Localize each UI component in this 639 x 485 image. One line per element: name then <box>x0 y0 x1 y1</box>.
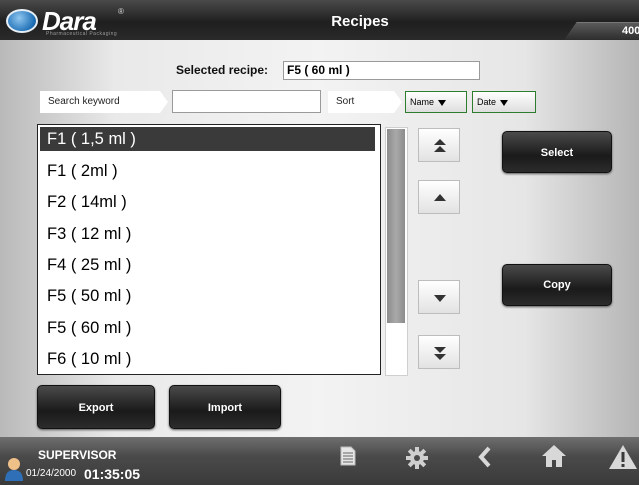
import-button[interactable]: Import <box>169 385 281 429</box>
search-keyword-label: Search keyword <box>40 91 168 113</box>
selected-recipe-field: F5 ( 60 ml ) <box>283 61 480 80</box>
select-button[interactable]: Select <box>502 131 612 173</box>
list-item[interactable]: F5 ( 50 ml ) <box>40 284 375 308</box>
chevron-down-icon <box>500 99 509 106</box>
back-icon[interactable] <box>478 446 492 468</box>
document-icon[interactable] <box>340 446 356 466</box>
title-bar: Dara ® Pharmaceutical Packaging Recipes … <box>0 0 639 41</box>
status-time: 01:35:05 <box>84 466 141 482</box>
scroll-up-button[interactable] <box>418 180 460 214</box>
double-down-arrow-icon <box>434 347 446 360</box>
scroll-down-button[interactable] <box>418 280 460 314</box>
sort-by-name-button[interactable]: Name <box>405 91 467 113</box>
chevron-down-icon <box>438 99 447 106</box>
scroll-to-top-button[interactable] <box>418 128 460 162</box>
screen-code: 400 <box>622 25 639 37</box>
list-item[interactable]: F5 ( 60 ml ) <box>40 316 375 340</box>
list-item[interactable]: F1 ( 1,5 ml ) <box>40 127 375 151</box>
scrollbar-track[interactable] <box>385 127 408 376</box>
down-arrow-icon <box>434 295 446 302</box>
scrollbar-thumb[interactable] <box>387 129 405 323</box>
logo-tagline: Pharmaceutical Packaging <box>46 31 118 37</box>
list-item[interactable]: F6 ( 10 ml ) <box>40 347 375 371</box>
list-item[interactable]: F1 ( 2ml ) <box>40 159 375 183</box>
sort-label: Sort <box>328 91 402 113</box>
page-title: Recipes <box>331 13 389 30</box>
user-icon <box>5 458 23 481</box>
sort-by-date-button[interactable]: Date <box>472 91 536 113</box>
selected-recipe-label: Selected recipe: <box>176 63 269 77</box>
list-item[interactable]: F4 ( 25 ml ) <box>40 253 375 277</box>
user-name: SUPERVISOR <box>38 448 117 462</box>
search-input[interactable] <box>172 90 321 113</box>
sort-name-label: Name <box>410 97 435 107</box>
alarm-icon[interactable] <box>608 444 638 470</box>
double-up-arrow-icon <box>434 139 446 152</box>
home-icon[interactable] <box>541 444 567 468</box>
gear-icon[interactable] <box>406 447 428 469</box>
status-date: 01/24/2000 <box>26 468 77 479</box>
list-item[interactable]: F2 ( 14ml ) <box>40 190 375 214</box>
up-arrow-icon <box>434 194 446 201</box>
recipe-list[interactable]: F1 ( 1,5 ml ) F1 ( 2ml ) F2 ( 14ml ) F3 … <box>37 124 381 375</box>
scroll-to-bottom-button[interactable] <box>418 335 460 369</box>
sort-date-label: Date <box>477 97 497 107</box>
list-item[interactable]: F3 ( 12 ml ) <box>40 222 375 246</box>
copy-button[interactable]: Copy <box>502 264 612 306</box>
export-button[interactable]: Export <box>37 385 155 429</box>
